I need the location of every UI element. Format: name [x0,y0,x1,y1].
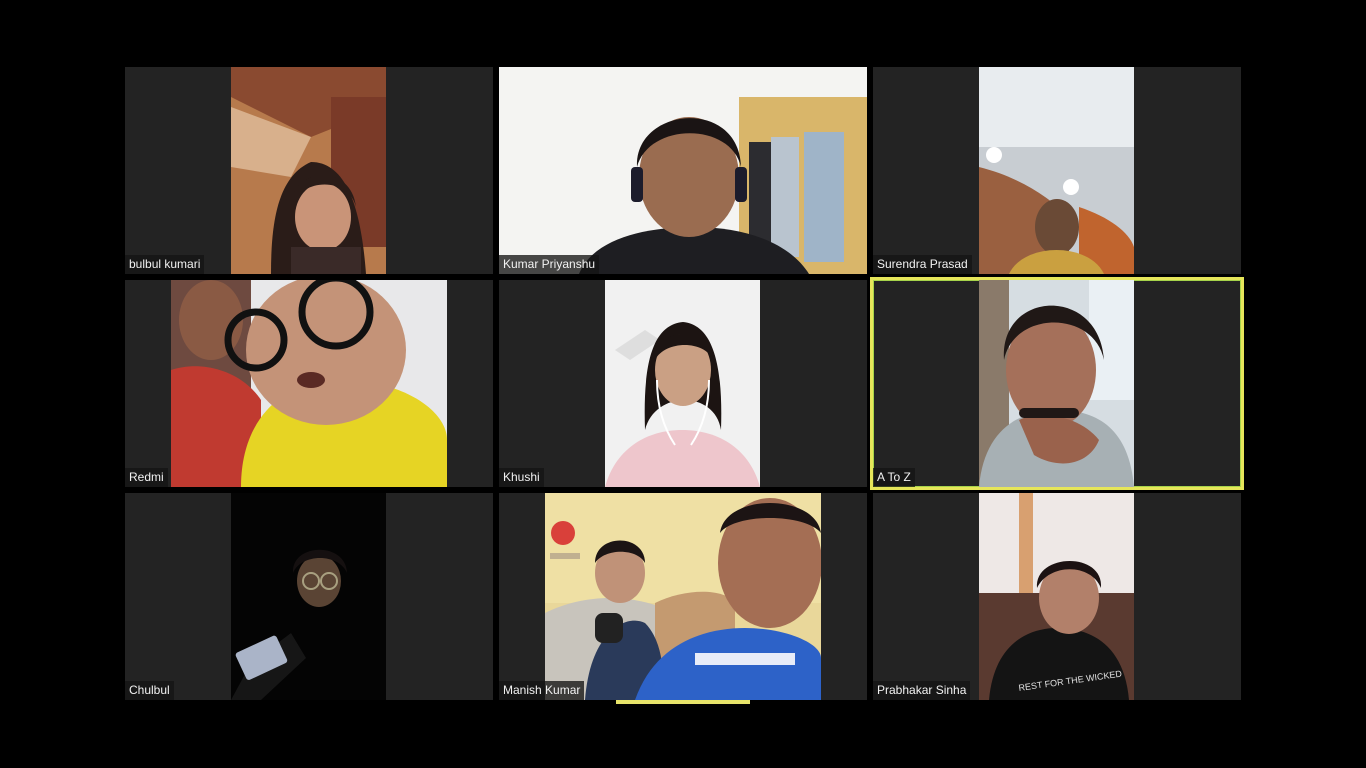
participant-tile-redmi[interactable]: Redmi [125,280,493,487]
participant-name-label: Surendra Prasad [873,255,972,274]
participant-tile-kumar-priyanshu[interactable]: Kumar Priyanshu [499,67,867,274]
participant-name-label: Redmi [125,468,168,487]
participant-video [545,493,821,700]
active-page-indicator [616,700,750,704]
participant-video [979,67,1134,274]
participant-tile-surendra-prasad[interactable]: Surendra Prasad [873,67,1241,274]
participant-video [231,493,386,700]
participant-name-label: Prabhakar Sinha [873,681,971,700]
participant-name-label: Kumar Priyanshu [499,255,600,274]
participant-name-label: Manish Kumar [499,681,585,700]
participant-name-label: A To Z [873,468,915,487]
participant-tile-prabhakar-sinha[interactable]: REST FOR THE WICKED Prabhakar Sinha [873,493,1241,700]
gallery-view-grid: bulbul kumari Kumar Priyanshu Surendra P… [125,67,1244,700]
participant-tile-a-to-z[interactable]: A To Z [870,277,1244,490]
participant-tile-khushi[interactable]: Khushi [499,280,867,487]
participant-video [979,280,1134,487]
participant-tile-bulbul-kumari[interactable]: bulbul kumari [125,67,493,274]
participant-name-label: bulbul kumari [125,255,205,274]
participant-tile-manish-kumar[interactable]: Manish Kumar [499,493,867,700]
participant-tile-chulbul[interactable]: Chulbul [125,493,493,700]
participant-name-label: Chulbul [125,681,174,700]
participant-video: REST FOR THE WICKED [979,493,1134,700]
participant-name-label: Khushi [499,468,544,487]
participant-video [171,280,447,487]
participant-video [605,280,760,487]
participant-video [231,67,386,274]
participant-video [499,67,867,274]
